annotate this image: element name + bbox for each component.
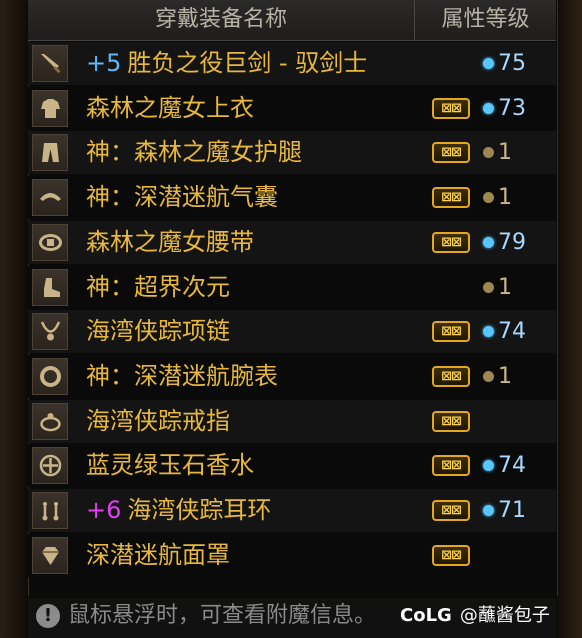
item-name-text: 神：超界次元 <box>86 272 230 301</box>
enhance-level: +5 <box>86 49 122 77</box>
attribute-level: 1 <box>498 185 512 211</box>
hover-tip: 鼠标悬浮时，可查看附魔信息。 <box>68 603 377 628</box>
item-name: 神：深潜迷航气囊 <box>86 176 278 219</box>
cube-icon: ⊠⊠ <box>432 187 470 209</box>
item-name-text: 蓝灵绿玉石香水 <box>86 451 254 480</box>
attribute-level: 75 <box>498 51 526 76</box>
cube-icon: ⊠⊠ <box>432 365 470 387</box>
attribute-level: 71 <box>498 498 526 523</box>
enhance-level: +6 <box>86 496 122 524</box>
item-name: 神：森林之魔女护腿 <box>86 131 302 174</box>
list-item[interactable]: 蓝灵绿玉石香水 ⊠⊠ 74 <box>28 444 556 488</box>
attribute-level: 74 <box>498 453 526 479</box>
item-name: 神：深潜迷航腕表 <box>86 355 278 398</box>
item-name: 森林之魔女上衣 <box>86 87 254 130</box>
item-name-text: 神：深潜迷航气囊 <box>86 183 278 212</box>
equipment-slot[interactable] <box>32 45 68 82</box>
header-name-column: 穿戴装备名称 <box>28 0 415 40</box>
list-item[interactable]: 神：深潜迷航腕表 ⊠⊠ 1 <box>28 354 556 398</box>
item-name-text: 海湾侠踪耳环 <box>127 496 272 524</box>
cube-icon: ⊠⊠ <box>432 500 470 521</box>
item-name-text: 森林之魔女上衣 <box>86 93 254 122</box>
list-item[interactable]: 森林之魔女上衣 ⊠⊠ 73 <box>28 86 556 130</box>
attribute-level: 1 <box>498 140 512 166</box>
list-item[interactable]: 神：超界次元 1 <box>28 265 556 309</box>
attribute-dot-icon <box>483 326 494 338</box>
header-attr-column: 属性等级 <box>441 7 530 32</box>
list-item[interactable]: +6 海湾侠踪耳环 ⊠⊠ 71 <box>28 489 556 532</box>
equipment-slot[interactable] <box>32 179 68 217</box>
equipment-slot[interactable] <box>32 134 68 172</box>
watermark: CoLG @蘸酱包子 <box>400 598 550 634</box>
item-name: 深潜迷航面罩 <box>86 534 230 577</box>
attribute-level: 1 <box>498 363 512 389</box>
attribute-dot-icon <box>483 281 494 293</box>
attribute-dot-icon <box>483 370 494 382</box>
equipment-slot[interactable] <box>32 223 68 261</box>
info-icon: ! <box>36 604 60 628</box>
cube-icon: ⊠⊠ <box>432 455 470 477</box>
item-name: 海湾侠踪项链 <box>86 310 230 353</box>
list-item[interactable]: 深潜迷航面罩 ⊠⊠ <box>28 533 556 577</box>
attribute-dot-icon <box>483 192 494 204</box>
list-item[interactable]: 海湾侠踪项链 ⊠⊠ 74 <box>28 310 556 354</box>
attribute-dot-icon <box>483 460 494 472</box>
equipment-slot[interactable] <box>32 89 68 127</box>
equipment-slot[interactable] <box>32 492 68 529</box>
equipment-slot[interactable] <box>32 313 68 351</box>
attribute-dot-icon <box>483 58 494 69</box>
item-name: 海湾侠踪戒指 <box>86 400 230 443</box>
cube-icon: ⊠⊠ <box>432 231 470 253</box>
attribute-dot-icon <box>483 236 494 248</box>
list-item[interactable]: 海湾侠踪戒指 ⊠⊠ <box>28 399 556 443</box>
attribute-level: 79 <box>498 229 526 255</box>
watermark-user: @蘸酱包子 <box>459 605 550 626</box>
item-name: 神：超界次元 <box>86 266 230 309</box>
item-name: +6 海湾侠踪耳环 <box>86 489 271 532</box>
item-name: 蓝灵绿玉石香水 <box>86 444 254 487</box>
attribute-level: 74 <box>498 319 526 345</box>
attribute-level: 1 <box>498 274 512 300</box>
item-name-text: 神：深潜迷航腕表 <box>86 361 278 390</box>
list-item[interactable]: 森林之魔女腰带 ⊠⊠ 79 <box>28 220 556 264</box>
equipment-slot[interactable] <box>32 268 68 306</box>
item-name-text: 海湾侠踪戒指 <box>86 406 230 435</box>
item-name: 森林之魔女腰带 <box>86 221 254 264</box>
equipment-slot[interactable] <box>32 357 68 395</box>
item-name-text: 神：森林之魔女护腿 <box>86 138 302 167</box>
cube-icon: ⊠⊠ <box>432 410 470 432</box>
cube-icon: ⊠⊠ <box>432 97 470 119</box>
cube-icon: ⊠⊠ <box>432 142 470 164</box>
attribute-level: 73 <box>498 95 526 121</box>
item-name-text: 深潜迷航面罩 <box>86 540 230 569</box>
item-name-text: 森林之魔女腰带 <box>86 227 254 256</box>
equipment-slot[interactable] <box>32 447 68 485</box>
watermark-brand: CoLG <box>400 605 452 626</box>
attribute-dot-icon <box>483 102 494 114</box>
table-header: 穿戴装备名称 属性等级 <box>28 0 556 41</box>
attribute-dot-icon <box>483 505 494 516</box>
equipment-slot[interactable] <box>32 536 68 574</box>
cube-icon: ⊠⊠ <box>432 321 470 343</box>
list-item[interactable]: 神：深潜迷航气囊 ⊠⊠ 1 <box>28 176 556 220</box>
item-name-text: 胜负之役巨剑 - 驭剑士 <box>127 49 368 77</box>
item-name: +5 胜负之役巨剑 - 驭剑士 <box>86 42 367 85</box>
list-item[interactable]: +5 胜负之役巨剑 - 驭剑士 75 <box>28 42 556 85</box>
cube-icon: ⊠⊠ <box>432 544 470 566</box>
attribute-dot-icon <box>483 147 494 159</box>
item-name-text: 海湾侠踪项链 <box>86 317 230 346</box>
equipment-slot[interactable] <box>32 402 68 440</box>
list-item[interactable]: 神：森林之魔女护腿 ⊠⊠ 1 <box>28 131 556 175</box>
